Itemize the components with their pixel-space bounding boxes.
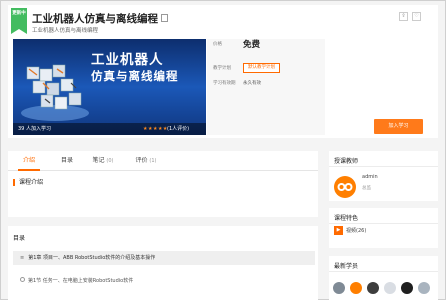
tab-reviews[interactable]: 评价 (1)	[132, 151, 160, 171]
tab-notes[interactable]: 笔记 (0)	[90, 151, 116, 171]
learner-count: 39 人加入学习	[18, 126, 51, 132]
menu-icon: ≡	[20, 255, 25, 261]
divider	[329, 271, 438, 272]
page-title: 工业机器人仿真与离线编程	[32, 11, 168, 26]
qrcode-icon[interactable]	[161, 14, 168, 22]
chapter-row[interactable]: ≡ 第1章 项目一、ABB RobotStudio软件的介绍及基本操作	[13, 251, 315, 265]
student-avatar[interactable]	[367, 282, 379, 294]
course-title: 工业机器人仿真与离线编程	[32, 13, 158, 25]
favorite-icon[interactable]: ♡	[412, 12, 421, 21]
divider	[329, 223, 438, 224]
rating-stars: ★★★★★	[143, 126, 168, 132]
teacher-panel: 授课教师 admin 总监	[329, 151, 438, 201]
video-feature-icon: ▶	[334, 226, 343, 235]
intro-section-title: 课程介绍	[13, 179, 43, 186]
student-avatar[interactable]	[401, 282, 413, 294]
tab-label: 评价	[135, 157, 148, 164]
directory-title: 目录	[13, 235, 26, 242]
status-badge: 更新中	[11, 8, 27, 34]
video-feature-count: 视频(26)	[346, 228, 367, 234]
tab-count: (1)	[149, 158, 157, 164]
tab-intro[interactable]: 介绍	[18, 151, 40, 171]
student-avatar[interactable]	[350, 282, 362, 294]
course-main: 工业机器人 仿真与离线编程 39 人加入学习 ★★★★★ (1人评价) 价格 免…	[8, 39, 438, 138]
price-value: 免费	[243, 40, 261, 50]
tab-directory[interactable]: 目录	[57, 151, 77, 171]
teacher-panel-title: 授课教师	[334, 158, 359, 165]
tab-label: 介绍	[22, 157, 35, 164]
lesson-row[interactable]: 第1节 任务一、在电脑上安装RobotStudio软件	[13, 275, 315, 287]
tab-count: (0)	[106, 158, 114, 164]
course-subtitle: 工业机器人仿真与离线编程	[32, 28, 99, 34]
price-label: 价格	[213, 42, 222, 47]
course-header: 更新中 工业机器人仿真与离线编程 工业机器人仿真与离线编程 ⇪ ♡	[8, 5, 438, 39]
student-avatar[interactable]	[418, 282, 430, 294]
validity-label: 学习有效期	[213, 81, 236, 86]
features-panel-title: 课程特色	[334, 215, 359, 222]
teacher-role: 总监	[362, 186, 371, 191]
owl-logo-icon	[337, 183, 353, 191]
cover-stats-bar: 39 人加入学习 ★★★★★ (1人评价)	[13, 123, 206, 135]
content-tabs-panel: 介绍 目录 笔记 (0) 评价 (1) 课程介绍	[8, 151, 318, 217]
chapter-title: 第1章 项目一、ABB RobotStudio软件的介绍及基本操作	[28, 255, 156, 261]
cover-title-line1: 工业机器人	[91, 52, 164, 68]
join-course-button[interactable]: 加入学习	[374, 119, 423, 134]
video-icon	[20, 277, 25, 282]
course-cover-image[interactable]: 工业机器人 仿真与离线编程 39 人加入学习 ★★★★★ (1人评价)	[13, 39, 206, 135]
rating-count[interactable]: (1人评价)	[167, 123, 189, 135]
student-avatar[interactable]	[333, 282, 345, 294]
tab-label: 笔记	[92, 157, 105, 164]
plan-label: 教学计划	[213, 66, 231, 71]
tab-bar: 介绍 目录 笔记 (0) 评价 (1)	[8, 151, 318, 171]
teacher-name[interactable]: admin	[362, 174, 378, 180]
cover-title-line2: 仿真与离线编程	[91, 69, 179, 83]
divider	[329, 166, 438, 167]
robot-illustration	[21, 64, 89, 121]
share-icon[interactable]: ⇪	[399, 12, 408, 21]
tab-label: 目录	[60, 157, 73, 164]
students-panel: 最新学员	[329, 256, 438, 300]
student-avatar[interactable]	[384, 282, 396, 294]
validity-value: 永久有效	[243, 81, 261, 86]
course-info-panel: 价格 免费 教学计划 默认教学计划 学习有效期 永久有效	[207, 39, 325, 135]
teacher-avatar[interactable]	[334, 176, 356, 198]
features-panel: 课程特色 ▶ 视频(26)	[329, 208, 438, 248]
directory-panel: 目录 ≡ 第1章 项目一、ABB RobotStudio软件的介绍及基本操作 第1…	[8, 226, 318, 300]
students-panel-title: 最新学员	[334, 263, 359, 270]
lesson-title: 第1节 任务一、在电脑上安装RobotStudio软件	[28, 278, 134, 284]
plan-select-button[interactable]: 默认教学计划	[243, 63, 280, 73]
